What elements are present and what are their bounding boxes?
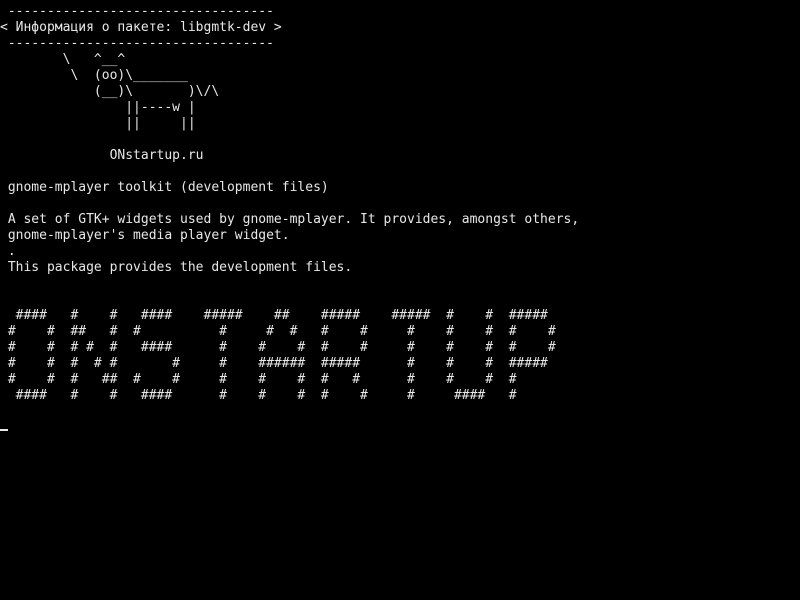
speech-bubble-bottom-border: ---------------------------------- [0, 36, 274, 51]
ascii-banner-line: # # # ## # # # # # # # # # # # [0, 372, 517, 387]
site-signature: ONstartup.ru [0, 148, 204, 163]
package-description-line: A set of GTK+ widgets used by gnome-mpla… [0, 212, 580, 227]
ascii-cow-line: \ (oo)\_______ [0, 68, 188, 83]
package-description-separator: . [0, 244, 16, 259]
ascii-banner-line: #### # # #### ##### ## ##### ##### # # #… [0, 308, 548, 323]
ascii-banner-line: # # # # # # # ###### ##### # # # ##### [0, 356, 548, 371]
ascii-banner-line: #### # # #### # # # # # # #### # [0, 388, 517, 403]
ascii-cow-line: \ ^__^ [0, 52, 126, 67]
terminal-output: ---------------------------------- < Инф… [0, 4, 579, 404]
text-cursor [0, 429, 8, 431]
speech-bubble-top-border: ---------------------------------- [0, 4, 274, 19]
package-description-line: gnome-mplayer's media player widget. [0, 228, 290, 243]
terminal-screen[interactable]: ---------------------------------- < Инф… [0, 0, 800, 600]
ascii-banner-line: # # # # # #### # # # # # # # # # # [0, 340, 556, 355]
ascii-cow-line: (__)\ )\/\ [0, 84, 220, 99]
speech-bubble-text: < Информация о пакете: libgmtk-dev > [0, 20, 282, 35]
ascii-cow-line: ||----w | [0, 100, 196, 115]
package-description-line: This package provides the development fi… [0, 260, 353, 275]
ascii-cow-line: || || [0, 116, 196, 131]
ascii-banner-line: # # ## # # # # # # # # # # # # [0, 324, 556, 339]
package-summary: gnome-mplayer toolkit (development files… [0, 180, 329, 195]
